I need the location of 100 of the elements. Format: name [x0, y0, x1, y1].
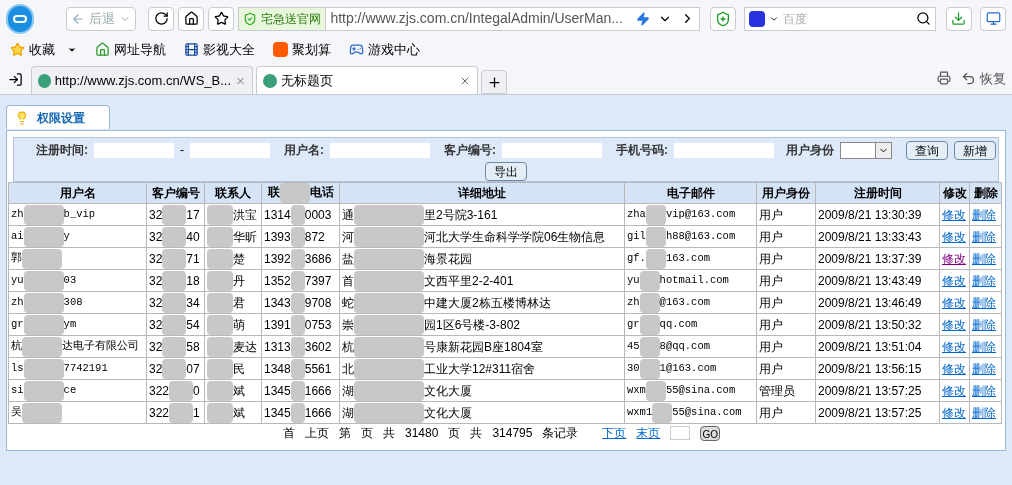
go-button[interactable]: GO — [700, 425, 720, 441]
refresh-button[interactable] — [148, 6, 175, 31]
cell-text: 2009/8/21 13:51:04 — [818, 339, 922, 354]
search-input[interactable]: 百度 — [778, 9, 899, 28]
cell-text: 萌 — [233, 317, 245, 332]
add-button[interactable]: 新增 — [954, 140, 996, 160]
cell-text: 58 — [186, 339, 200, 354]
customer-number-field[interactable] — [502, 142, 602, 158]
cell-text: 楚 — [233, 251, 245, 266]
bookmark-item[interactable]: 网址导航 — [95, 39, 166, 60]
field-label: 客户编号: — [444, 142, 496, 159]
cell-text: 163.com — [665, 251, 710, 264]
house-icon — [95, 42, 110, 57]
cell-text: ym — [63, 317, 77, 330]
pager-text: 条记录 — [542, 425, 579, 442]
cell-text: 2009/8/21 13:50:32 — [818, 317, 922, 332]
download-icon — [951, 11, 967, 26]
shield-icon — [714, 10, 731, 27]
column-header: 电子邮件 — [666, 186, 715, 200]
cell-text: 用户 — [759, 405, 783, 420]
cell-text: 2009/8/21 13:56:15 — [818, 361, 922, 376]
bookmark-item[interactable]: 收藏 — [10, 39, 77, 60]
search-field[interactable]: 百度 — [743, 6, 936, 31]
cell-text: 2009/8/21 13:57:25 — [818, 405, 922, 420]
sidebar-toggle-icon[interactable] — [8, 72, 23, 87]
cell-text: 2009/8/21 13:33:43 — [818, 229, 922, 244]
cell-text: wxm — [627, 383, 646, 396]
download-button[interactable] — [945, 6, 972, 31]
username-field[interactable] — [330, 142, 430, 158]
cell-text: 吴 — [11, 405, 22, 418]
cell-text: 1345 — [264, 405, 291, 420]
cell-text: 河北大学生命科学学院06生物信息 — [424, 229, 606, 244]
page-tab[interactable]: 权限设置 — [6, 105, 110, 129]
cell-text: 麦达 — [233, 339, 257, 354]
search-icon[interactable] — [915, 11, 931, 26]
phone-field[interactable] — [674, 142, 774, 158]
browser-logo[interactable] — [6, 3, 35, 34]
cell-text: gf. — [627, 251, 646, 264]
date-from-field[interactable] — [94, 142, 174, 158]
cell-text: 0 — [193, 383, 200, 398]
cell-text: ls — [11, 361, 24, 374]
cell-text: 9708 — [304, 295, 332, 310]
export-button[interactable]: 导出 — [485, 162, 527, 181]
cell-text: 里2号院3-161 — [424, 207, 498, 222]
cell-text: 5561 — [304, 361, 332, 376]
security-badge: 宅急送官网 — [239, 7, 327, 30]
cell-text: zh — [627, 295, 640, 308]
cell-text: 河 — [342, 229, 354, 244]
cell-text: zh — [11, 207, 24, 220]
cell-text: y — [63, 229, 70, 242]
printer-icon[interactable] — [937, 71, 951, 86]
bookmark-item[interactable]: 游戏中心 — [349, 39, 420, 60]
bookmark-item[interactable]: 影视大全 — [184, 39, 255, 60]
star-icon — [10, 42, 25, 57]
cell-text: ce — [63, 383, 77, 396]
cell-text: 0753 — [304, 317, 332, 332]
search-button[interactable]: 查询 — [906, 140, 948, 160]
column-header: 客户编号 — [151, 186, 200, 200]
back-arrow-icon — [71, 11, 86, 26]
cell-text: 用户 — [759, 361, 783, 376]
cell-text: 07 — [186, 361, 200, 376]
home-icon — [183, 11, 199, 26]
cell-text: 用户 — [759, 229, 783, 244]
cell-text: ai — [11, 229, 24, 242]
date-to-field[interactable] — [190, 142, 270, 158]
cell-text: wxm1 — [627, 405, 653, 418]
bookmark-item[interactable]: 聚划算 — [273, 39, 331, 60]
page-number-field[interactable] — [670, 426, 691, 440]
shield-button[interactable] — [709, 6, 736, 31]
cell-text: 3602 — [304, 339, 332, 354]
url-text: http://www.zjs.com.cn/IntegalAdmin/UserMan... — [329, 9, 624, 28]
cell-text: 872 — [304, 229, 325, 244]
cell-text: vip@163.com — [665, 207, 736, 220]
cell-text: 用户 — [759, 295, 783, 310]
browser-tab[interactable]: http://www.zjs.com.cn/WS_B... — [31, 66, 253, 94]
cell-text: 洪宝 — [233, 207, 257, 222]
restore-button[interactable]: 恢复 — [961, 68, 1006, 88]
cell-text: 1391 — [264, 317, 291, 332]
cell-text: 55@sina.com — [672, 405, 742, 418]
home-button[interactable] — [178, 6, 205, 31]
cell-text: 1314 — [264, 207, 291, 222]
cell-text: 丹 — [233, 273, 245, 288]
cell-text: 用户 — [759, 339, 783, 354]
browser-tab[interactable]: 无标题页 — [256, 66, 478, 94]
column-header: 详细地址 — [458, 186, 506, 200]
cell-text: 54 — [186, 317, 200, 332]
next-page-link[interactable]: 下页 — [602, 424, 627, 442]
cell-text: 71 — [186, 251, 200, 266]
cell-text: 蛇 — [342, 295, 354, 310]
favorite-button[interactable] — [208, 6, 235, 31]
cell-text: h88@163.com — [665, 229, 736, 242]
role-select[interactable] — [840, 141, 892, 159]
cell-text: gil — [627, 229, 646, 242]
cell-text: 1352 — [264, 273, 291, 288]
new-tab-button[interactable] — [481, 70, 507, 94]
last-page-link[interactable]: 末页 — [636, 424, 661, 442]
film-icon — [184, 42, 199, 57]
cell-text: 34 — [186, 295, 200, 310]
tools-button[interactable] — [979, 6, 1007, 31]
address-bar[interactable]: 宅急送官网 http://www.zjs.com.cn/IntegalAdmin/UserMan... — [238, 6, 700, 31]
